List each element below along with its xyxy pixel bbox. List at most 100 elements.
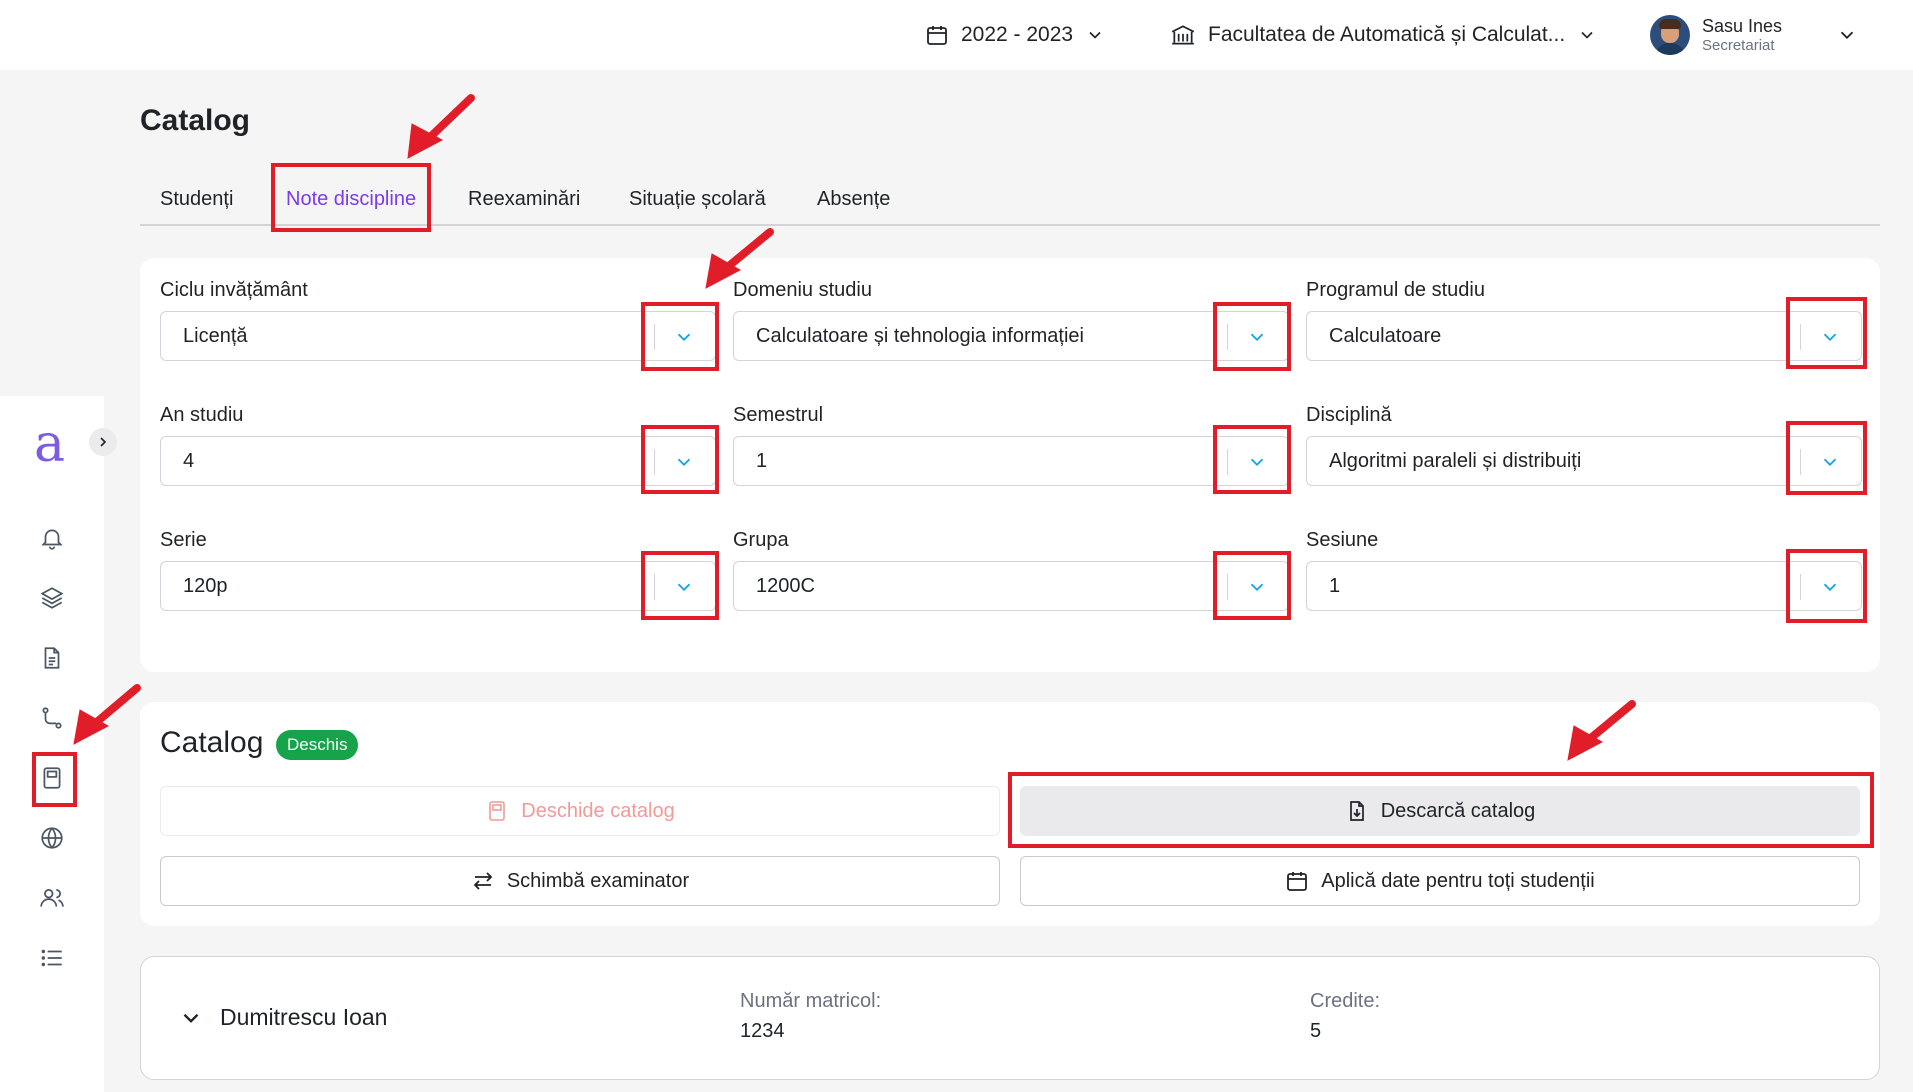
disciplina-value: Algoritmi paraleli și distribuiți [1329,450,1582,472]
an-label: An studiu [160,404,244,426]
academic-year-selector[interactable]: 2022 - 2023 [925,0,1105,70]
credits-value: 5 [1310,1020,1322,1042]
app-logo: a [34,414,66,474]
ciclu-label: Ciclu invățământ [160,279,308,301]
matricol-value: 1234 [740,1020,785,1042]
user-role: Secretariat [1702,36,1775,54]
page-title: Catalog [140,104,251,137]
disciplina-select[interactable]: Algoritmi paraleli și distribuiți [1306,436,1862,486]
an-select[interactable]: 4 [160,436,716,486]
calendar-icon [1287,872,1308,891]
sidebar-item-catalog[interactable] [38,764,66,792]
sidebar-item-list[interactable] [38,944,66,972]
open-catalog-button[interactable]: Deschide catalog [160,786,1000,836]
user-name: Sasu Ines [1702,16,1783,37]
sesiune-value: 1 [1329,575,1341,597]
avatar [1650,15,1690,55]
sidebar-item-documents[interactable] [38,644,66,672]
chevron-down-icon[interactable] [1819,576,1841,598]
ciclu-select[interactable]: Licență [160,311,716,361]
chevron-right-icon [100,437,107,447]
users-icon [40,889,64,907]
open-catalog-label: Deschide catalog [521,799,675,822]
file-download-icon [1349,801,1364,821]
sidebar-expand-button[interactable] [89,428,117,456]
serie-value: 120p [183,575,228,597]
chevron-down-icon[interactable] [673,576,695,598]
arrow-tab-head [407,123,444,159]
domeniu-label: Domeniu studiu [733,279,872,301]
tab-studenti[interactable]: Studenți [160,188,233,211]
bell-icon [41,529,63,550]
list-icon [41,949,62,967]
academic-year-value: 2022 - 2023 [961,23,1074,46]
change-examiner-button[interactable]: Schimbă examinator [160,856,1000,906]
globe-icon [41,827,63,849]
sidebar-item-notifications[interactable] [38,524,66,552]
domeniu-value: Calculatoare și tehnologia informației [756,325,1084,347]
program-select[interactable]: Calculatoare [1306,311,1862,361]
sesiune-label: Sesiune [1306,529,1379,551]
sesiune-select[interactable]: 1 [1306,561,1862,611]
grupa-value: 1200C [756,575,815,597]
grupa-select[interactable]: 1200C [733,561,1289,611]
status-badge: Deschis [276,730,359,760]
student-card[interactable] [140,956,1880,1080]
chevron-down-icon[interactable] [1836,24,1858,46]
faculty-value: Facultatea de Automatică și Calculat... [1208,23,1566,46]
document-icon [44,647,60,669]
calendar-icon [927,26,947,45]
sidebar-item-users[interactable] [38,884,66,912]
grupa-label: Grupa [733,529,789,551]
chevron-down-icon [1089,31,1101,39]
tab-situatie-scolara[interactable]: Situație școlară [629,188,766,211]
serie-label: Serie [160,529,207,551]
catalog-title: Catalog [160,726,264,759]
program-label: Programul de studiu [1306,279,1485,301]
chevron-down-icon[interactable] [178,1005,204,1031]
tab-reexaminari[interactable]: Reexaminări [468,188,580,211]
chevron-down-icon[interactable] [673,451,695,473]
credits-label: Credite: [1310,990,1381,1012]
download-catalog-button[interactable]: Descarcă catalog [1020,786,1860,836]
sidebar-item-international[interactable] [38,824,66,852]
program-value: Calculatoare [1329,325,1442,347]
book-icon [489,801,506,821]
sidebar-item-routes[interactable] [38,704,66,732]
ciclu-value: Licență [183,325,248,347]
arrow-tab [421,94,475,146]
chevron-down-icon[interactable] [1246,576,1268,598]
faculty-selector[interactable]: Facultatea de Automatică și Calculat... [1170,0,1597,70]
student-name: Dumitrescu Ioan [220,1004,388,1030]
domeniu-select[interactable]: Calculatoare și tehnologia informației [733,311,1289,361]
swap-icon [473,872,493,890]
tab-bar: Studenți Note discipline Reexaminări Sit… [140,178,1880,226]
top-bar: 2022 - 2023 Facultatea de Automatică și … [0,0,1913,70]
chevron-down-icon[interactable] [1819,451,1841,473]
semestru-value: 1 [756,450,768,472]
an-value: 4 [183,450,195,472]
semestru-select[interactable]: 1 [733,436,1289,486]
chevron-down-icon [1581,31,1593,39]
layers-icon [40,587,64,609]
sidebar-item-layers[interactable] [38,584,66,612]
apply-dates-label: Aplică date pentru toți studenții [1321,869,1595,892]
route-icon [42,707,62,729]
apply-dates-button[interactable]: Aplică date pentru toți studenții [1020,856,1860,906]
tab-note-discipline[interactable]: Note discipline [286,188,416,211]
institution-icon [1171,25,1195,45]
chevron-down-icon[interactable] [673,326,695,348]
change-examiner-label: Schimbă examinator [506,869,690,892]
tab-absente[interactable]: Absențe [817,188,890,211]
chevron-down-icon[interactable] [1246,326,1268,348]
download-catalog-label: Descarcă catalog [1380,799,1536,822]
user-menu[interactable]: Sasu Ines Secretariat [1650,0,1782,70]
chevron-down-icon[interactable] [1246,451,1268,473]
chevron-down-icon[interactable] [1819,326,1841,348]
matricol-label: Număr matricol: [740,990,882,1012]
disciplina-label: Disciplină [1306,404,1392,426]
sidebar [0,396,104,1092]
book-icon [43,767,61,789]
serie-select[interactable]: 120p [160,561,716,611]
semestru-label: Semestrul [733,404,824,426]
